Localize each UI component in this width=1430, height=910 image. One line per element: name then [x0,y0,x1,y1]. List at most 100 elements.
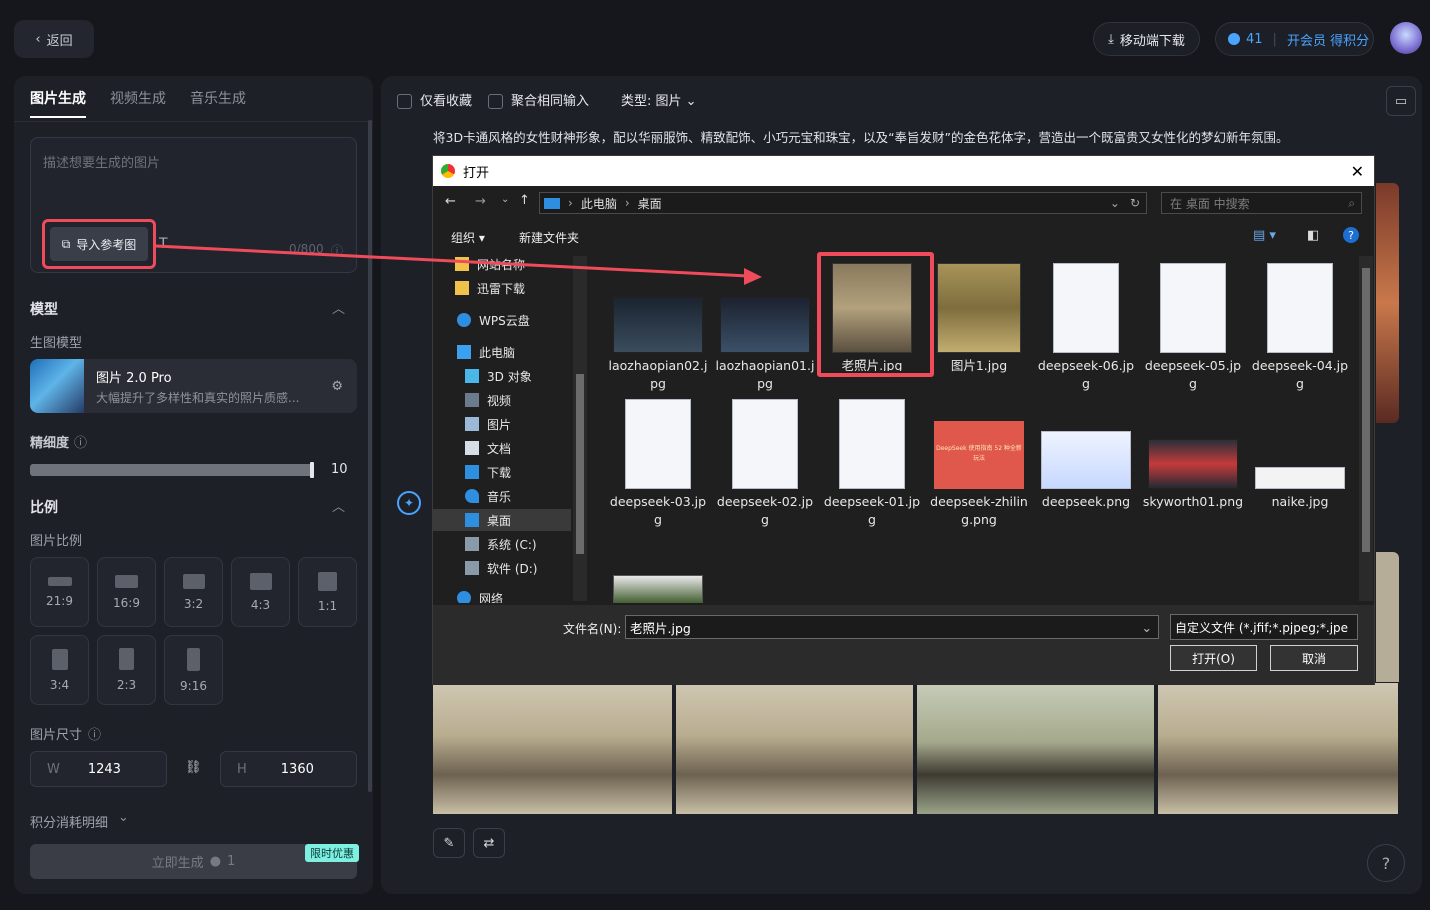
file-item[interactable] [613,575,703,603]
cancel-button[interactable]: 取消 [1270,645,1358,671]
type-dropdown[interactable]: 类型: 图片 ⌄ [621,90,697,109]
nav-item[interactable]: 视频 [465,389,511,411]
nav-item[interactable]: 此电脑 [457,341,515,363]
address-bar[interactable]: › 此电脑 › 桌面 ⌄ ↻ [539,192,1147,214]
ratio-option[interactable]: 3:2 [164,557,223,627]
nav-item[interactable]: 网络 [457,587,503,603]
regenerate-icon[interactable]: ⇄ [473,828,505,858]
collapse-icon[interactable]: ︿ [332,496,345,515]
file-item[interactable]: naike.jpg [1249,399,1351,511]
help-icon[interactable]: ? [1343,227,1359,243]
result-image[interactable] [433,683,672,814]
up-arrow-icon[interactable]: ↑ [519,193,530,208]
file-name: deepseek.png [1041,494,1131,509]
path-segment[interactable]: 此电脑 [581,195,617,212]
folder-icon[interactable]: ▭ [1386,86,1416,116]
avatar[interactable] [1390,22,1422,54]
ratio-option[interactable]: 3:4 [30,635,89,705]
file-item[interactable]: deepseek-02.jpg [714,399,816,529]
result-image[interactable] [1158,683,1398,814]
ratio-label: 9:16 [180,678,207,693]
forward-arrow-icon[interactable]: → [475,194,486,209]
file-item[interactable]: deepseek-04.jpg [1249,263,1351,393]
sparkle-icon[interactable]: ✦ [397,491,421,515]
dialog-search-input[interactable]: 在 桌面 中搜索 ⌕ [1161,192,1362,214]
help-button[interactable]: ? [1367,844,1405,882]
tab-music[interactable]: 音乐生成 [190,88,246,118]
points-detail-link[interactable]: 积分消耗明细 [30,812,108,831]
file-item[interactable]: laozhaopian01.jpg [714,297,816,393]
file-item[interactable]: deepseek-06.jpg [1035,263,1137,393]
new-folder-button[interactable]: 新建文件夹 [519,229,579,246]
slider-handle[interactable] [310,462,314,478]
ratio-option[interactable]: 1:1 [298,557,357,627]
path-segment[interactable]: 桌面 [638,195,662,212]
nav-item[interactable]: 桌面 [465,509,511,531]
file-item[interactable]: deepseek-01.jpg [821,399,923,529]
organize-menu[interactable]: 组织 ▾ [451,229,485,246]
back-button[interactable]: ‹ 返回 [14,20,94,58]
nav-item[interactable]: 网站名称 [455,253,525,275]
result-image[interactable] [1376,183,1399,423]
result-image[interactable] [676,683,913,814]
chevron-down-icon[interactable]: ⌄ [1142,620,1152,635]
merge-filter[interactable]: 聚合相同输入 [488,90,589,109]
width-input[interactable]: W 1243 [30,751,167,787]
fineness-slider[interactable] [30,464,314,476]
file-item[interactable]: deepseek.png [1035,399,1137,511]
height-prefix: H [237,761,247,777]
link-icon[interactable]: ⛓ [185,760,202,775]
edit-icon[interactable]: ✎ [433,828,465,858]
ratio-label: 16:9 [113,595,140,610]
chevron-down-icon[interactable]: ⌄ [1110,196,1120,210]
text-style-icon[interactable]: T [159,236,168,252]
nav-scrollbar[interactable] [573,256,587,601]
tab-video[interactable]: 视频生成 [110,88,166,118]
vip-button[interactable]: 41 | 开会员 得积分 [1215,22,1374,56]
mobile-download-button[interactable]: ⤓ 移动端下载 [1093,22,1200,56]
ratio-option[interactable]: 2:3 [97,635,156,705]
nav-item[interactable]: 文档 [465,437,511,459]
nav-item[interactable]: 软件 (D:) [465,557,537,579]
nav-item[interactable]: 3D 对象 [465,365,532,387]
collapse-icon[interactable]: ︿ [332,298,345,317]
file-item[interactable]: deepseek-03.jpg [607,399,709,529]
file-item[interactable]: skyworth01.png [1142,399,1244,511]
back-arrow-icon[interactable]: ← [445,194,456,209]
view-options-icon[interactable]: ▤ ▾ [1253,228,1276,243]
file-item[interactable]: DeepSeek 使用指南 52 种全新玩法 deepseek-zhiling.p… [928,399,1030,529]
ratio-label: 2:3 [116,678,137,692]
filetype-select[interactable]: 自定义文件 (*.jfif;*.pjpeg;*.jpe [1170,614,1358,640]
filename-input[interactable]: 老照片.jpg ⌄ [625,615,1159,639]
ratio-option[interactable]: 4:3 [231,557,290,627]
nav-item[interactable]: 迅雷下载 [455,277,525,299]
result-image[interactable] [1376,552,1399,682]
file-item[interactable]: deepseek-05.jpg [1142,263,1244,393]
settings-sliders-icon[interactable]: ⚙ [331,379,343,394]
nav-item[interactable]: 图片 [465,413,511,435]
preview-pane-icon[interactable]: ◧ [1307,228,1319,243]
model-section-title: 模型 [30,302,58,318]
height-input[interactable]: H 1360 [220,751,357,787]
left-scrollbar[interactable] [368,120,372,792]
favorites-filter[interactable]: 仅看收藏 [397,90,472,109]
ratio-option[interactable]: 21:9 [30,557,89,627]
model-selector[interactable]: 图片 2.0 Pro 大幅提升了多样性和真实的照片质感... ⚙ [30,359,357,413]
ratio-option[interactable]: 16:9 [97,557,156,627]
open-button[interactable]: 打开(O) [1170,645,1257,671]
ratio-option[interactable]: 9:16 [164,635,223,705]
result-image[interactable] [917,683,1154,814]
nav-item[interactable]: WPS云盘 [457,309,530,331]
nav-item[interactable]: 系统 (C:) [465,533,537,555]
import-reference-button[interactable]: ⧉ 导入参考图 [42,219,156,269]
file-item[interactable]: laozhaopian02.jpg [607,297,709,393]
nav-item[interactable]: 下载 [465,461,511,483]
grid-scrollbar[interactable] [1359,256,1373,601]
organize-label: 组织 [451,231,476,245]
file-item[interactable]: 图片1.jpg [928,263,1030,375]
history-dropdown-icon[interactable]: ⌄ [501,194,509,205]
nav-item[interactable]: 音乐 [465,485,511,507]
refresh-icon[interactable]: ↻ [1130,196,1140,210]
close-icon[interactable]: ✕ [1351,162,1364,181]
tab-image[interactable]: 图片生成 [30,88,86,118]
